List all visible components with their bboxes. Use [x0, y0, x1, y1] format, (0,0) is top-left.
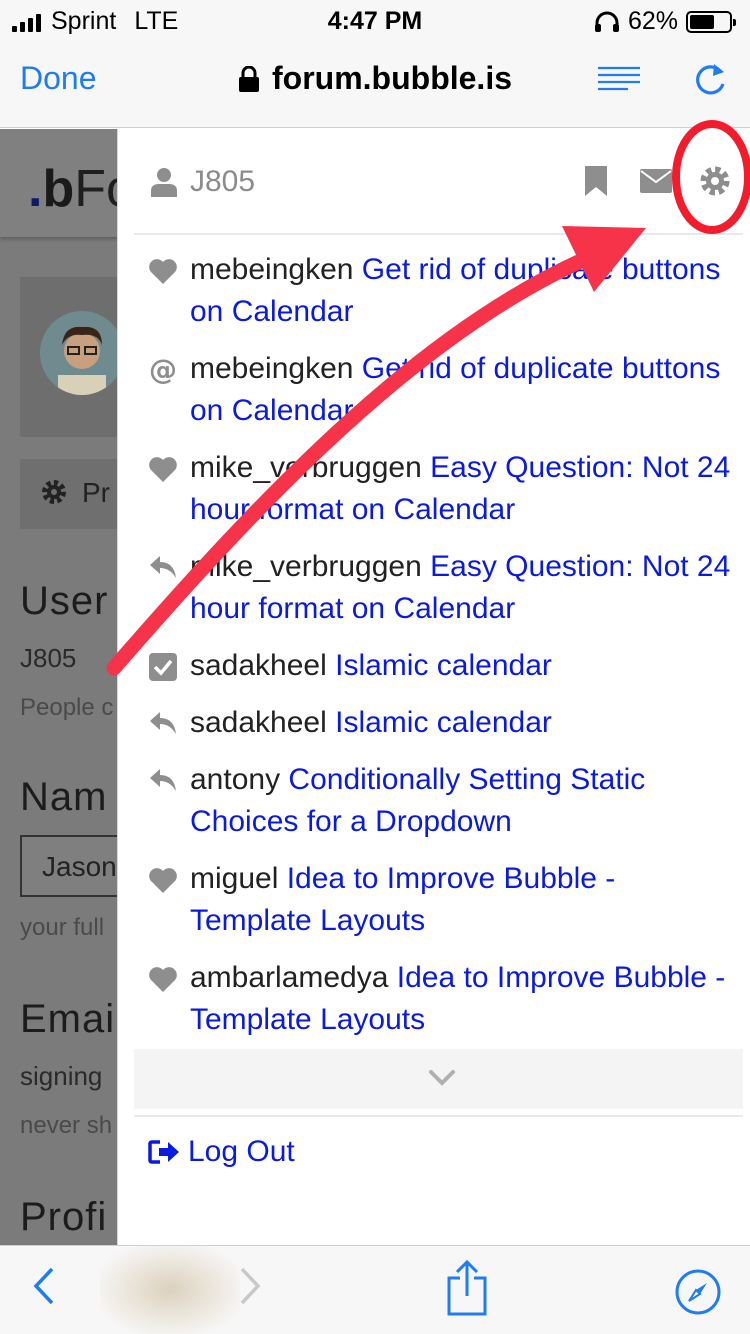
- menu-username[interactable]: J805: [190, 165, 255, 199]
- reply-icon: [148, 767, 178, 795]
- notification-item[interactable]: mike_verbruggen Easy Question: Not 24 ho…: [118, 447, 750, 531]
- check-icon: [148, 653, 178, 681]
- logout-button[interactable]: Log Out: [148, 1135, 295, 1169]
- notification-user: mike_verbruggen: [190, 451, 422, 484]
- logout-label: Log Out: [188, 1135, 295, 1168]
- notification-user: miguel: [190, 862, 279, 895]
- share-icon[interactable]: [446, 1260, 488, 1316]
- browser-toolbar: [0, 1245, 750, 1334]
- preferences-tab[interactable]: Pr: [20, 459, 130, 529]
- headphones-icon: [594, 11, 619, 32]
- gear-small-icon: [42, 480, 66, 504]
- profile-card: [20, 277, 130, 437]
- profile-heading: Profi: [20, 1195, 108, 1239]
- heart-icon: [148, 965, 178, 993]
- notification-user: antony: [190, 763, 281, 796]
- notification-user: mebeingken: [190, 352, 354, 385]
- notification-topic-link[interactable]: Islamic calendar: [335, 649, 552, 682]
- notification-topic-link[interactable]: Islamic calendar: [335, 706, 552, 739]
- notification-item[interactable]: antony Conditionally Setting Static Choi…: [118, 759, 750, 843]
- heart-icon: [148, 455, 178, 483]
- url-text: forum.bubble.is: [272, 60, 512, 96]
- notification-list: mebeingken Get rid of duplicate buttons …: [118, 249, 750, 1056]
- notification-item[interactable]: ambarlamedya Idea to Improve Bubble - Te…: [118, 957, 750, 1041]
- notification-user: sadakheel: [190, 649, 327, 682]
- reader-view-icon[interactable]: [598, 66, 640, 94]
- status-right: 62%: [594, 7, 736, 36]
- notification-user: sadakheel: [190, 706, 327, 739]
- email-help: never sh: [20, 1112, 113, 1139]
- reply-icon: [148, 554, 178, 582]
- notification-item[interactable]: sadakheel Islamic calendar: [118, 702, 750, 744]
- notification-user: mike_verbruggen: [190, 550, 422, 583]
- footer-divider: [134, 1115, 743, 1117]
- bookmark-icon[interactable]: [584, 165, 608, 197]
- name-input[interactable]: Jason: [20, 835, 130, 897]
- user-icon[interactable]: [150, 167, 178, 197]
- notification-user: mebeingken: [190, 253, 354, 286]
- username-heading: User: [20, 579, 109, 623]
- notification-user: ambarlamedya: [190, 961, 389, 994]
- chevron-down-icon: [429, 1070, 455, 1086]
- user-menu-header: J805: [118, 129, 750, 233]
- battery-icon: [686, 10, 736, 33]
- compass-icon[interactable]: [674, 1268, 722, 1316]
- status-bar: Sprint LTE 4:47 PM 62%: [0, 0, 750, 40]
- battery-percent: 62%: [627, 7, 678, 35]
- mail-icon[interactable]: [640, 169, 672, 193]
- browser-nav-bar: Done forum.bubble.is: [0, 40, 750, 128]
- user-menu-panel: J805 mebeingken Get rid of duplicate but…: [117, 129, 750, 1245]
- notification-item[interactable]: miguel Idea to Improve Bubble - Template…: [118, 858, 750, 942]
- back-icon[interactable]: [32, 1266, 56, 1306]
- name-help: your full: [20, 914, 105, 941]
- notification-item[interactable]: @ mebeingken Get rid of duplicate buttons…: [118, 348, 750, 432]
- header-divider: [134, 233, 743, 235]
- mention-icon: @: [149, 353, 177, 386]
- sign-out-icon: [148, 1140, 179, 1164]
- notification-item[interactable]: mike_verbruggen Easy Question: Not 24 ho…: [118, 546, 750, 630]
- heart-icon: [148, 257, 178, 285]
- lock-icon: [239, 66, 259, 92]
- username-value: J805: [20, 643, 77, 673]
- reply-icon: [148, 710, 178, 738]
- heart-icon: [148, 866, 178, 894]
- name-heading: Nam: [20, 775, 108, 819]
- gear-icon[interactable]: [699, 165, 731, 197]
- notification-item[interactable]: sadakheel Islamic calendar: [118, 645, 750, 687]
- avatar: [40, 311, 124, 395]
- show-more-button[interactable]: [134, 1049, 743, 1109]
- forward-icon[interactable]: [238, 1266, 262, 1306]
- email-value: signing: [20, 1061, 103, 1091]
- email-heading: Emai: [20, 997, 116, 1041]
- notification-item[interactable]: mebeingken Get rid of duplicate buttons …: [118, 249, 750, 333]
- reload-icon[interactable]: [690, 60, 730, 100]
- preferences-label: Pr: [82, 477, 110, 508]
- username-help: People c: [20, 694, 114, 721]
